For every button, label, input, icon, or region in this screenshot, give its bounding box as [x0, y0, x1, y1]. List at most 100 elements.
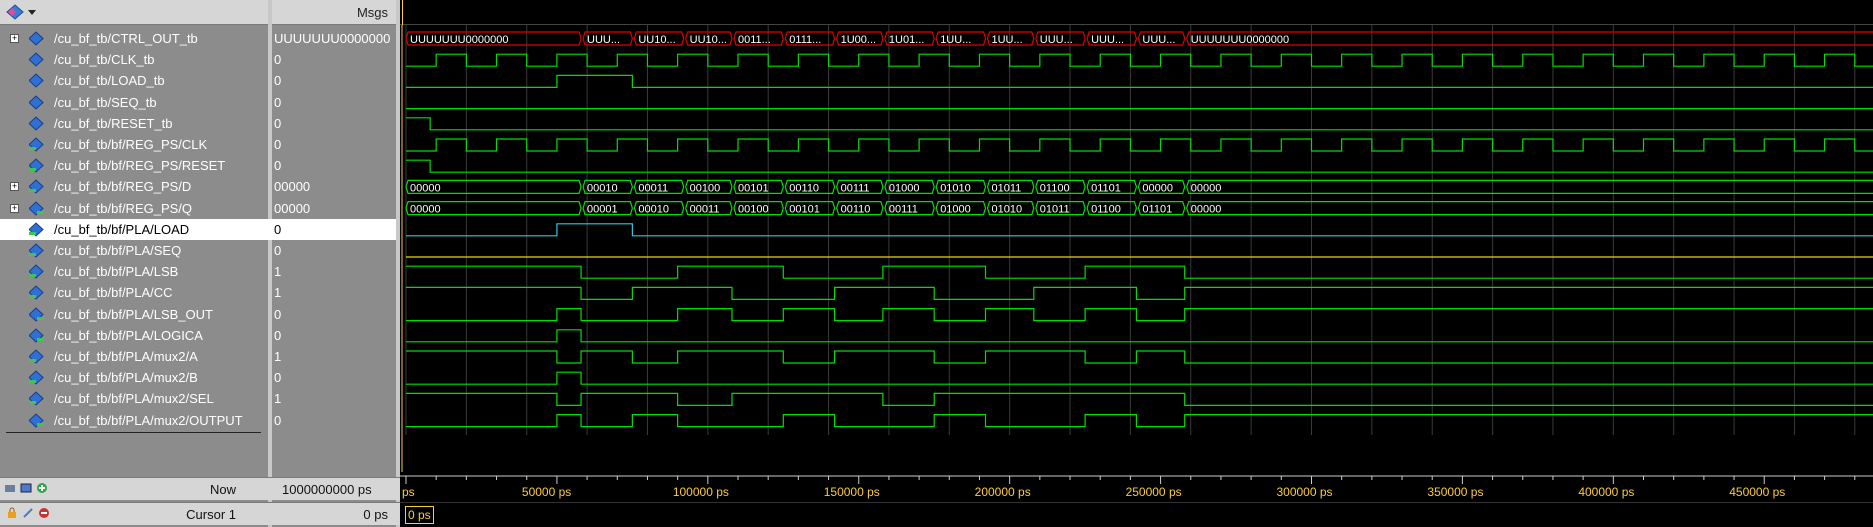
- signal-row[interactable]: /cu_bf_tb/bf/PLA/LSB_OUT 0: [0, 304, 396, 325]
- bit-waveform: [406, 371, 1873, 385]
- bus-value-label: 00001: [587, 204, 618, 216]
- bit-waveform: [406, 53, 1873, 67]
- signal-row[interactable]: /cu_bf_tb/bf/PLA/LOAD 0: [0, 218, 396, 240]
- signal-name: /cu_bf_tb/LOAD_tb: [54, 73, 165, 89]
- signal-row[interactable]: /cu_bf_tb/bf/PLA/LOGICA 0: [0, 325, 396, 346]
- axis-tick-label: 350000 ps: [1427, 485, 1483, 499]
- axis-tick-label: 150000 ps: [824, 485, 880, 499]
- bus-value-label: 01101: [1091, 182, 1121, 194]
- input-port-icon: [29, 222, 44, 237]
- signal-row[interactable]: /cu_bf_tb/bf/PLA/mux2/B 0: [0, 367, 396, 388]
- bus-value-label: 0011...: [738, 34, 771, 46]
- signal-name: /cu_bf_tb/bf/PLA/LSB: [54, 264, 179, 280]
- waveform-header: [400, 0, 1873, 25]
- axis-tick-label: 400000 ps: [1578, 485, 1634, 499]
- waveform-canvas[interactable]: UUUUUUU0000000 UUU... UU10... UU10... 0011..…: [400, 25, 1873, 472]
- bus-value-label: UUU...: [1142, 34, 1175, 46]
- bit-waveform: [406, 265, 1873, 279]
- axis-tick-label: 100000 ps: [673, 485, 729, 499]
- bus-value-label: 0111...: [789, 34, 821, 46]
- signal-row[interactable]: /cu_bf_tb/SEQ_tb 0: [0, 92, 396, 113]
- input-port-icon: [29, 349, 44, 364]
- wave-toolbar-icon[interactable]: [6, 4, 24, 20]
- axis-tick-label: 300000 ps: [1276, 485, 1332, 499]
- expand-toggle-icon[interactable]: +: [10, 34, 19, 43]
- signal-value: 0: [274, 327, 282, 343]
- bus-value-label: 00000: [1191, 182, 1222, 194]
- signal-row[interactable]: /cu_bf_tb/bf/PLA/LSB 1: [0, 261, 396, 282]
- axis-tick-label: 450000 ps: [1729, 485, 1785, 499]
- signal-name: /cu_bf_tb/bf/PLA/LSB_OUT: [54, 306, 213, 322]
- tool-icon[interactable]: [4, 482, 16, 494]
- signal-row[interactable]: + /cu_bf_tb/bf/REG_PS/Q 00000: [0, 198, 396, 219]
- bit-waveform: [406, 74, 1873, 89]
- signal-value: 0: [274, 243, 282, 258]
- bus-value-label: UUUUUUU0000000: [1191, 34, 1289, 46]
- bus-value-label: 00101: [789, 204, 820, 216]
- bus-value-label: 01000: [889, 182, 920, 194]
- signal-name: /cu_bf_tb/bf/PLA/mux2/OUTPUT: [54, 412, 243, 428]
- output-port-icon: [29, 200, 44, 216]
- signal-name: /cu_bf_tb/RESET_tb: [54, 115, 173, 131]
- delete-cursor-icon[interactable]: [38, 507, 50, 519]
- signal-value: 0: [274, 73, 282, 89]
- signal-row[interactable]: /cu_bf_tb/bf/REG_PS/RESET 0: [0, 155, 396, 176]
- signal-row[interactable]: /cu_bf_tb/bf/PLA/mux2/A 1: [0, 346, 396, 367]
- signal-row[interactable]: + /cu_bf_tb/CTRL_OUT_tb UUUUUUU0000000: [0, 28, 396, 49]
- signal-row[interactable]: /cu_bf_tb/bf/PLA/mux2/OUTPUT 0: [0, 410, 396, 431]
- signal-row[interactable]: + /cu_bf_tb/bf/REG_PS/D 00000: [0, 176, 396, 197]
- names-header: [0, 0, 268, 25]
- signal-value: 0: [274, 115, 282, 131]
- window-icon[interactable]: [20, 482, 32, 494]
- edit-cursor-icon[interactable]: [22, 507, 34, 519]
- signal-row[interactable]: /cu_bf_tb/bf/PLA/SEQ 0: [0, 240, 396, 261]
- input-port-icon: [29, 370, 44, 385]
- expand-toggle-icon[interactable]: +: [10, 203, 19, 213]
- bus-value-label: 01010: [940, 182, 971, 194]
- cursor-line[interactable]: [402, 0, 403, 25]
- bus-value-label: UU10...: [638, 34, 675, 46]
- bus-segment: [1186, 201, 1873, 216]
- output-port-icon: [29, 306, 44, 322]
- bus-value-label: 1U00...: [841, 34, 876, 46]
- bus-value-label: UU10...: [690, 34, 727, 46]
- bus-value-label: 01000: [940, 204, 971, 216]
- bus-value-label: 00100: [738, 204, 769, 216]
- signal-name: /cu_bf_tb/bf/REG_PS/CLK: [54, 137, 208, 152]
- signal-diamond-icon: [29, 73, 44, 89]
- bus-value-label: 00011: [690, 204, 720, 216]
- bit-waveform: [406, 286, 1873, 300]
- signal-row[interactable]: /cu_bf_tb/LOAD_tb 0: [0, 70, 396, 91]
- cursor-marker[interactable]: 0 ps: [405, 506, 434, 524]
- signal-value: 1: [274, 391, 282, 407]
- bus-value-label: 1UU...: [992, 34, 1023, 46]
- chevron-down-icon[interactable]: [28, 10, 36, 16]
- bus-value-label: 01100: [1091, 204, 1121, 216]
- axis-tick-label: 250000 ps: [1126, 485, 1182, 499]
- bus-value-label: 00101: [738, 182, 769, 194]
- signal-diamond-icon: [29, 52, 44, 67]
- lock-icon[interactable]: [6, 507, 18, 519]
- input-port-icon: [29, 243, 44, 258]
- list-end-divider: [6, 432, 261, 433]
- bus-value-label: 00000: [410, 204, 441, 216]
- bus-value-label: UUU...: [1040, 34, 1073, 46]
- signal-row[interactable]: /cu_bf_tb/bf/PLA/mux2/SEL 1: [0, 388, 396, 409]
- bit-waveform: [406, 414, 1873, 428]
- signal-row[interactable]: /cu_bf_tb/CLK_tb 0: [0, 49, 396, 70]
- bus-segment: [1186, 179, 1873, 194]
- signal-value: 00000: [274, 179, 311, 195]
- axis-tick-label: 200000 ps: [975, 485, 1031, 499]
- signal-row[interactable]: /cu_bf_tb/bf/REG_PS/CLK 0: [0, 134, 396, 155]
- bit-waveform: [406, 329, 1873, 343]
- add-cursor-icon[interactable]: [36, 482, 48, 494]
- bit-waveform: [406, 308, 1873, 322]
- input-port-icon: [29, 137, 44, 152]
- bus-value-label: 00000: [1191, 204, 1222, 216]
- bus-value-label: 00000: [1142, 182, 1173, 194]
- signal-row[interactable]: /cu_bf_tb/RESET_tb 0: [0, 113, 396, 134]
- bit-waveform: [406, 138, 1873, 152]
- expand-toggle-icon[interactable]: +: [10, 182, 19, 192]
- now-value: 1000000000 ps: [282, 482, 372, 497]
- signal-row[interactable]: /cu_bf_tb/bf/PLA/CC 1: [0, 282, 396, 303]
